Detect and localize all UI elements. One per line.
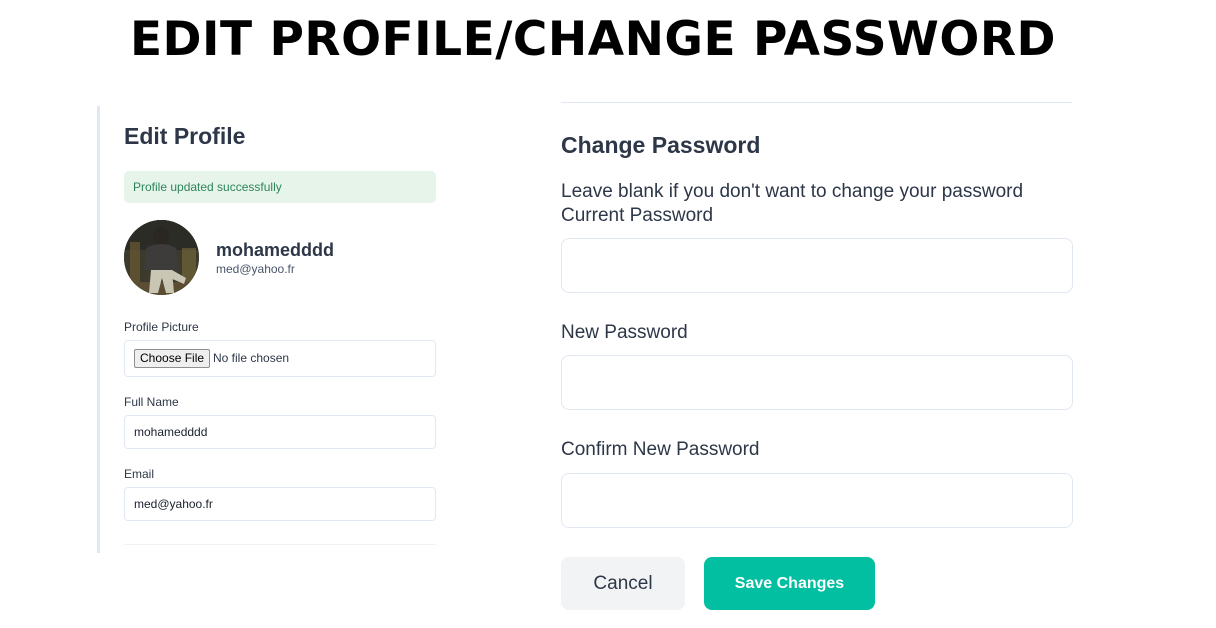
success-alert: Profile updated successfully bbox=[124, 171, 436, 203]
change-password-title: Change Password bbox=[561, 132, 761, 158]
file-status-text: No file chosen bbox=[213, 351, 290, 365]
edit-profile-title: Edit Profile bbox=[124, 123, 246, 149]
current-password-label: Current Password bbox=[561, 205, 714, 226]
new-password-label: New Password bbox=[561, 322, 688, 343]
save-changes-button[interactable]: Save Changes bbox=[704, 557, 875, 610]
profile-username: mohamedddd bbox=[216, 240, 335, 260]
current-password-input[interactable] bbox=[561, 238, 1073, 293]
new-password-input[interactable] bbox=[561, 355, 1073, 410]
edit-profile-card: Edit Profile Profile updated successfull… bbox=[97, 106, 439, 553]
full-name-label: Full Name bbox=[124, 395, 179, 409]
avatar bbox=[124, 220, 199, 295]
full-name-input[interactable]: mohamedddd bbox=[124, 415, 436, 449]
profile-picture-label: Profile Picture bbox=[124, 320, 199, 334]
confirm-password-input[interactable] bbox=[561, 473, 1073, 528]
page-banner-title: EDIT PROFILE/CHANGE PASSWORD bbox=[129, 12, 1057, 67]
avatar-photo bbox=[124, 220, 199, 295]
cancel-button[interactable]: Cancel bbox=[561, 557, 685, 610]
section-divider bbox=[561, 102, 1072, 103]
password-hint: Leave blank if you don't want to change … bbox=[561, 181, 1024, 202]
page: EDIT PROFILE/CHANGE PASSWORD Edit Profil… bbox=[0, 0, 1216, 628]
confirm-password-label: Confirm New Password bbox=[561, 439, 760, 460]
email-input[interactable]: med@yahoo.fr bbox=[124, 487, 436, 521]
card-divider bbox=[124, 544, 436, 545]
profile-email: med@yahoo.fr bbox=[216, 262, 295, 276]
profile-picture-file-input[interactable]: Choose File No file chosen bbox=[124, 340, 436, 377]
email-label: Email bbox=[124, 467, 155, 481]
choose-file-button[interactable]: Choose File bbox=[134, 349, 211, 368]
